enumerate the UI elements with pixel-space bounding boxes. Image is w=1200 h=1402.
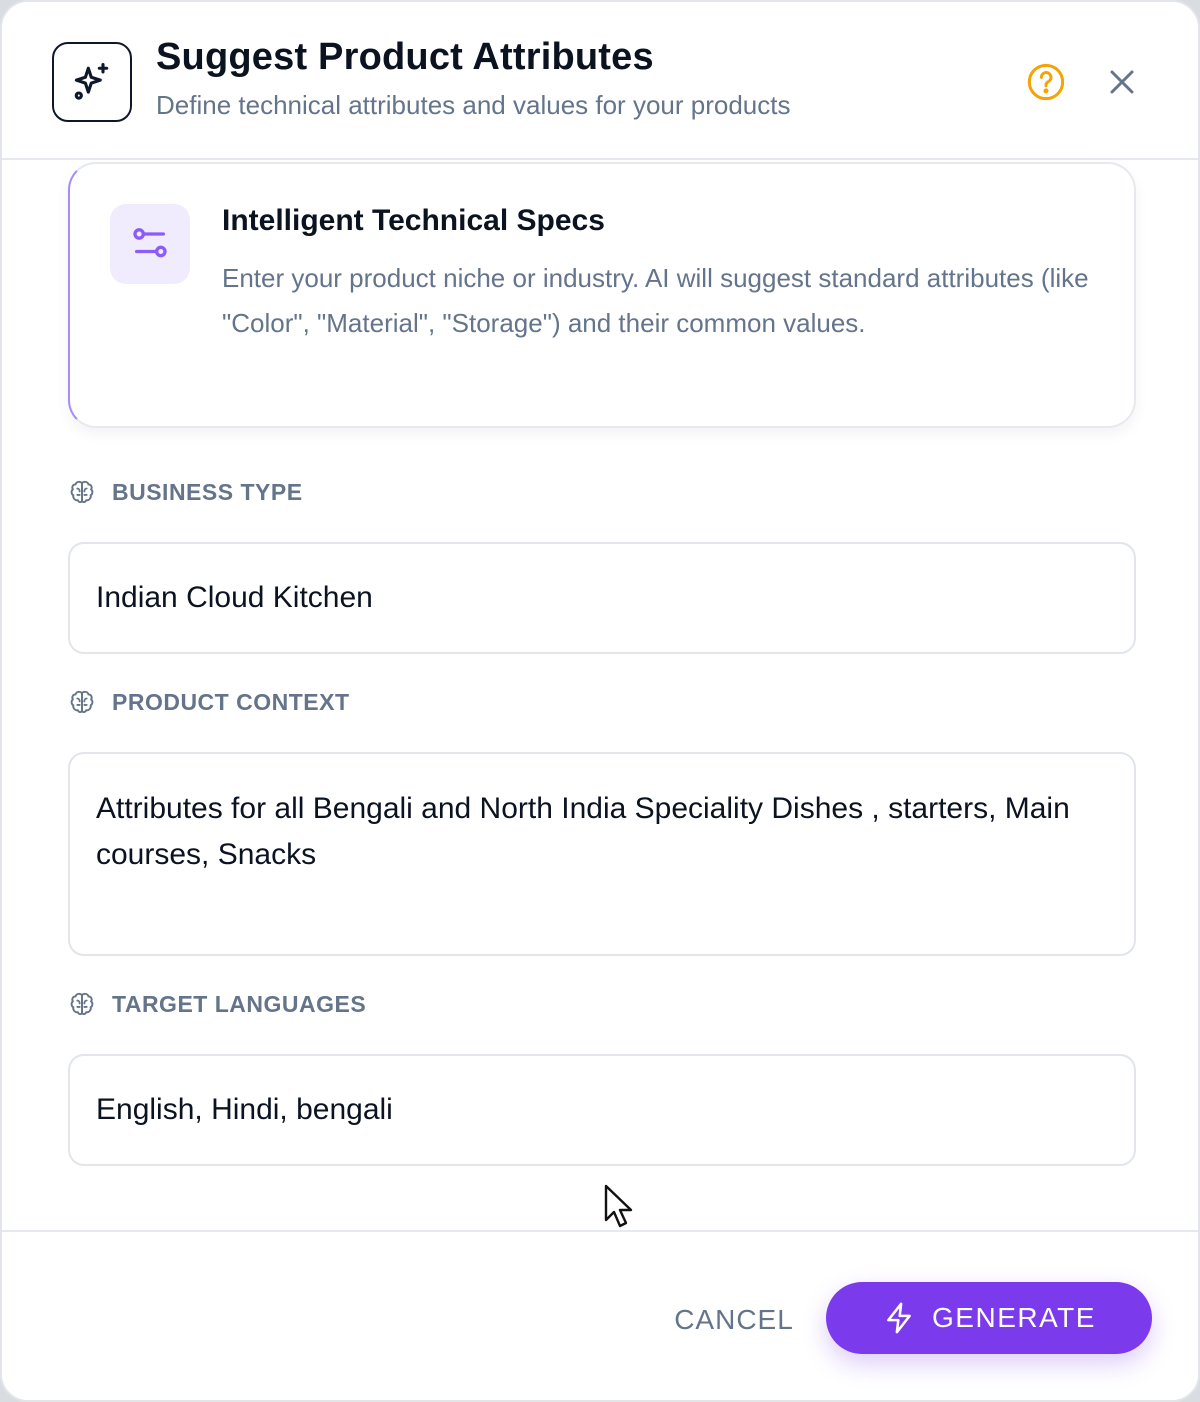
business-type-value: Indian Cloud Kitchen xyxy=(96,581,373,614)
dialog-title: Suggest Product Attributes xyxy=(156,36,654,78)
sliders-icon xyxy=(110,204,190,284)
target-languages-value: English, Hindi, bengali xyxy=(96,1093,393,1126)
lightning-icon xyxy=(887,1302,911,1334)
dialog-subtitle: Define technical attributes and values f… xyxy=(156,90,791,120)
product-context-label: PRODUCT CONTEXT xyxy=(68,688,350,716)
info-card-text: Enter your product niche or industry. AI… xyxy=(222,263,1089,338)
info-card: Intelligent Technical Specs Enter your p… xyxy=(68,162,1136,428)
dialog-header: Suggest Product Attributes Define techni… xyxy=(2,2,1198,160)
info-card-title: Intelligent Technical Specs xyxy=(222,204,605,237)
close-icon xyxy=(1110,70,1134,94)
business-type-label-text: BUSINESS TYPE xyxy=(112,478,303,505)
dialog-footer: CANCEL GENERATE xyxy=(2,1230,1198,1400)
help-button[interactable] xyxy=(1024,60,1068,104)
dialog-body: Intelligent Technical Specs Enter your p… xyxy=(2,160,1198,1230)
business-type-label: BUSINESS TYPE xyxy=(68,478,303,506)
close-button[interactable] xyxy=(1100,60,1144,104)
suggest-attributes-dialog: Suggest Product Attributes Define techni… xyxy=(0,0,1200,1402)
generate-button[interactable]: GENERATE xyxy=(826,1282,1152,1354)
target-languages-input[interactable]: English, Hindi, bengali xyxy=(68,1054,1136,1166)
generate-button-label: GENERATE xyxy=(932,1302,1096,1333)
brain-icon xyxy=(68,990,96,1018)
target-languages-label-text: TARGET LANGUAGES xyxy=(112,990,367,1017)
product-context-label-text: PRODUCT CONTEXT xyxy=(112,688,350,715)
product-context-value: Attributes for all Bengali and North Ind… xyxy=(96,792,1070,871)
brain-icon xyxy=(68,688,96,716)
sparkles-icon xyxy=(52,42,132,122)
help-circle-icon xyxy=(1027,63,1065,101)
brain-icon xyxy=(68,478,96,506)
cancel-button[interactable]: CANCEL xyxy=(664,1292,804,1348)
target-languages-label: TARGET LANGUAGES xyxy=(68,990,366,1018)
business-type-input[interactable]: Indian Cloud Kitchen xyxy=(68,542,1136,654)
product-context-textarea[interactable]: Attributes for all Bengali and North Ind… xyxy=(68,752,1136,956)
